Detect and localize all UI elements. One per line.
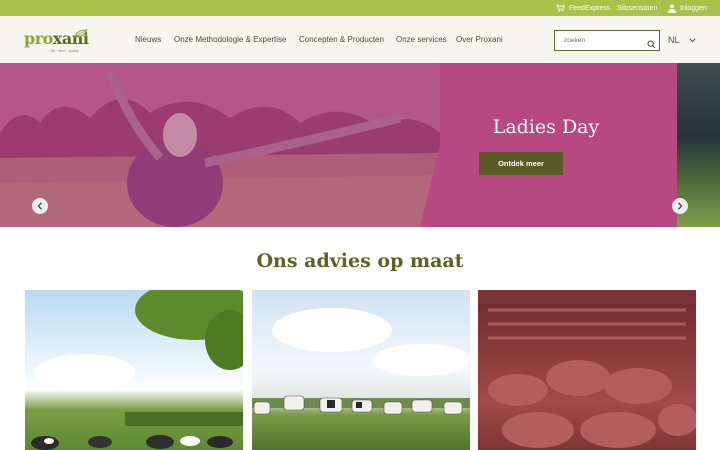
main-header: proxani life · feed · quality Nieuws Onz… [0,16,720,63]
hero-title: Ladies Day [492,116,600,138]
silosensoren-label: Silosensoren [617,4,658,12]
chevron-left-icon [37,197,43,215]
search-input[interactable] [555,31,643,50]
feedexpress-label: FeedExpress [569,4,611,12]
language-selector[interactable]: NL [668,32,696,48]
card-cattle-herd[interactable] [252,290,470,450]
card-pasture-cows[interactable] [25,290,243,450]
slider-prev-button[interactable] [32,198,48,214]
logo-part-pro: pro [24,29,53,48]
cattle-image [252,308,470,415]
slider-next-button[interactable] [672,198,688,214]
nav-item-concepten[interactable]: Concepten & Producten [299,16,384,63]
card-pigs[interactable] [478,290,696,450]
hero-slider: Ladies Day Ontdek meer [0,63,720,227]
nav-item-services[interactable]: Onze services [396,16,447,63]
logo-tagline: life · feed · quality [51,49,79,53]
login-link[interactable]: Inloggen [668,0,707,16]
chevron-right-icon [677,197,683,215]
user-icon [668,3,676,13]
proxani-logo[interactable]: proxani life · feed · quality [24,25,89,54]
chevron-down-icon [688,35,696,45]
nav-item-over[interactable]: Over Proxani [456,16,503,63]
leaf-icon [74,25,88,43]
nav-item-nieuws[interactable]: Nieuws [135,16,161,63]
language-label: NL [668,35,680,45]
feedexpress-link[interactable]: FeedExpress [556,0,610,16]
hero-image [0,63,440,227]
discover-more-button[interactable]: Ontdek meer [479,152,563,175]
pigs-image [478,290,696,448]
search-box [554,30,660,51]
nav-item-methodologie[interactable]: Onze Methodologie & Expertise [174,16,287,63]
cart-icon [556,4,565,12]
search-icon[interactable] [647,36,656,54]
hero-color-panel [420,63,680,227]
pasture-image [31,290,243,450]
login-label: Inloggen [680,4,707,12]
silosensoren-link[interactable]: Silosensoren [617,0,657,16]
section-title: Ons advies op maat [256,250,464,272]
utility-bar: FeedExpress Silosensoren Inloggen [0,0,720,16]
